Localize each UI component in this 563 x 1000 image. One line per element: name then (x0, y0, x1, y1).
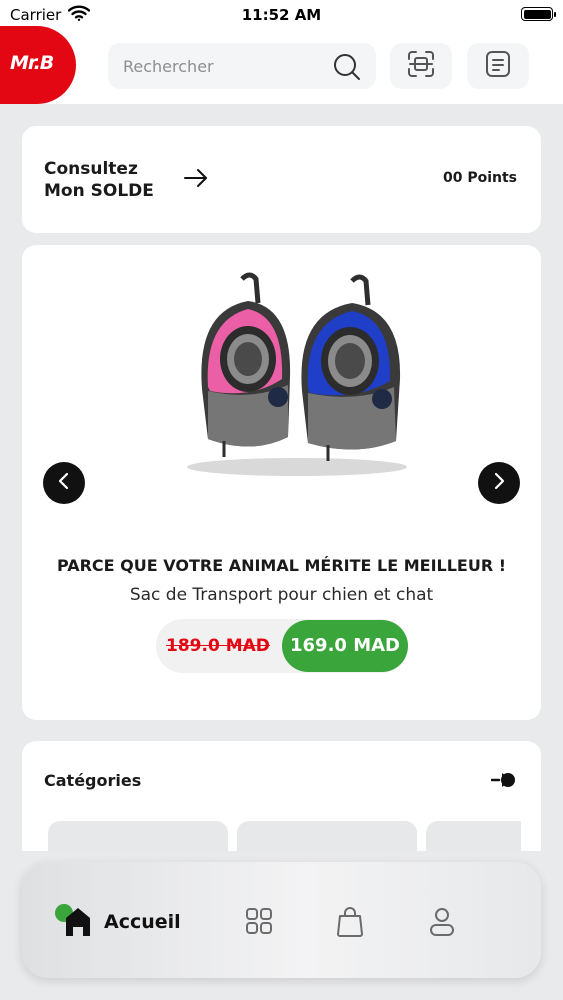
status-time: 11:52 AM (241, 6, 322, 24)
battery-icon (521, 7, 556, 21)
search-placeholder: Rechercher (123, 57, 214, 76)
categories-list[interactable] (48, 821, 521, 851)
scan-button[interactable] (390, 43, 452, 89)
promo-carousel: PARCE QUE VOTRE ANIMAL MÉRITE LE MEILLEU… (22, 245, 541, 720)
promo-subtitle: Sac de Transport pour chien et chat (129, 585, 434, 605)
old-price: 189.0 MAD (166, 636, 270, 656)
see-all-arrow-icon[interactable] (490, 771, 517, 793)
home-icon (54, 902, 94, 942)
document-icon (485, 50, 511, 82)
points-value: 00 Points (442, 170, 517, 186)
scan-icon (406, 50, 436, 82)
product-image[interactable] (172, 267, 422, 482)
category-tile[interactable] (237, 821, 417, 851)
category-tile[interactable] (48, 821, 228, 851)
promo-title: PARCE QUE VOTRE ANIMAL MÉRITE LE MEILLEU… (56, 556, 507, 575)
arrow-right-icon[interactable] (183, 168, 209, 192)
tab-home-label: Accueil (104, 911, 181, 933)
brand-logo[interactable]: Mr.B (0, 26, 76, 104)
category-tile[interactable] (426, 821, 521, 851)
logo-text: Mr.B (10, 52, 54, 74)
balance-label: Consultez Mon SOLDE (44, 159, 154, 201)
app-header: Mr.B Rechercher (0, 26, 563, 104)
carousel-prev-button[interactable] (43, 462, 85, 504)
shopping-bag-icon[interactable] (335, 906, 365, 942)
bottom-tab-bar: Accueil (22, 862, 541, 978)
profile-icon[interactable] (427, 906, 457, 942)
tab-home[interactable]: Accueil (54, 902, 181, 942)
grid-icon[interactable] (244, 906, 274, 940)
carousel-next-button[interactable] (478, 462, 520, 504)
new-price[interactable]: 169.0 MAD (282, 620, 408, 672)
search-icon[interactable] (332, 52, 362, 86)
search-input[interactable]: Rechercher (108, 43, 376, 89)
status-bar: Carrier 11:52 AM (0, 0, 563, 30)
chevron-right-icon (492, 472, 506, 494)
list-button[interactable] (467, 43, 529, 89)
price-pill[interactable]: 189.0 MAD 169.0 MAD (156, 619, 408, 673)
categories-title: Catégories (44, 771, 142, 790)
balance-card[interactable]: Consultez Mon SOLDE 00 Points (22, 126, 541, 233)
categories-section: Catégories (22, 741, 541, 851)
chevron-left-icon (57, 472, 71, 494)
